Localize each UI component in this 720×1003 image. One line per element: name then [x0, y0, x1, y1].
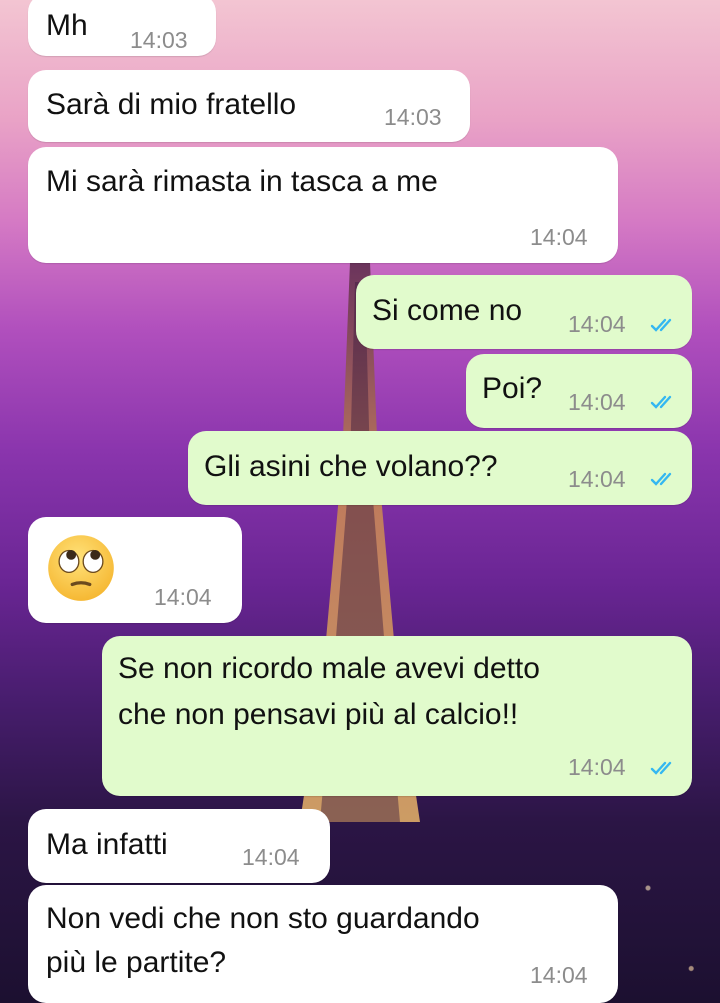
outgoing-message[interactable]: Gli asini che volano?? 14:04	[188, 431, 692, 505]
message-timestamp: 14:04	[242, 844, 300, 870]
incoming-message[interactable]: Mi sarà rimasta in tasca a me 14:04	[28, 147, 618, 263]
incoming-message[interactable]: Sarà di mio fratello 14:03	[28, 70, 470, 142]
message-text: Poi?	[482, 372, 543, 405]
message-text-line: più le partite?	[46, 946, 227, 979]
incoming-message[interactable]: Mh 14:03	[28, 0, 216, 56]
outgoing-message[interactable]: Se non ricordo male avevi detto che non …	[102, 636, 692, 796]
message-timestamp: 14:04	[530, 962, 588, 988]
message-text-line: Se non ricordo male avevi detto	[118, 652, 540, 685]
read-receipt-icon	[650, 318, 672, 332]
message-timestamp: 14:04	[568, 466, 626, 492]
outgoing-message[interactable]: Si come no 14:04	[356, 275, 692, 349]
incoming-message[interactable]: Ma infatti 14:04	[28, 809, 330, 883]
message-text-line: che non pensavi più al calcio!!	[118, 698, 519, 731]
incoming-message[interactable]: 14:04	[28, 517, 242, 623]
message-text: Si come no	[372, 294, 523, 327]
message-timestamp: 14:03	[384, 104, 442, 130]
message-timestamp: 14:04	[530, 224, 588, 250]
message-text: Sarà di mio fratello	[46, 88, 297, 121]
face-with-rolling-eyes-emoji-icon	[48, 535, 114, 601]
read-receipt-icon	[650, 761, 672, 775]
read-receipt-icon	[650, 395, 672, 409]
message-text: Ma infatti	[46, 828, 168, 861]
incoming-message[interactable]: Non vedi che non sto guardando più le pa…	[28, 885, 618, 1003]
message-text: Mh	[46, 9, 88, 42]
message-text: Gli asini che volano??	[204, 450, 498, 483]
message-timestamp: 14:03	[130, 27, 188, 53]
message-timestamp: 14:04	[568, 311, 626, 337]
message-text: Mi sarà rimasta in tasca a me	[46, 165, 438, 198]
read-receipt-icon	[650, 472, 672, 486]
message-timestamp: 14:04	[568, 754, 626, 780]
message-text-line: Non vedi che non sto guardando	[46, 902, 480, 935]
outgoing-message[interactable]: Poi? 14:04	[466, 354, 692, 428]
message-timestamp: 14:04	[568, 389, 626, 415]
message-timestamp: 14:04	[154, 584, 212, 610]
